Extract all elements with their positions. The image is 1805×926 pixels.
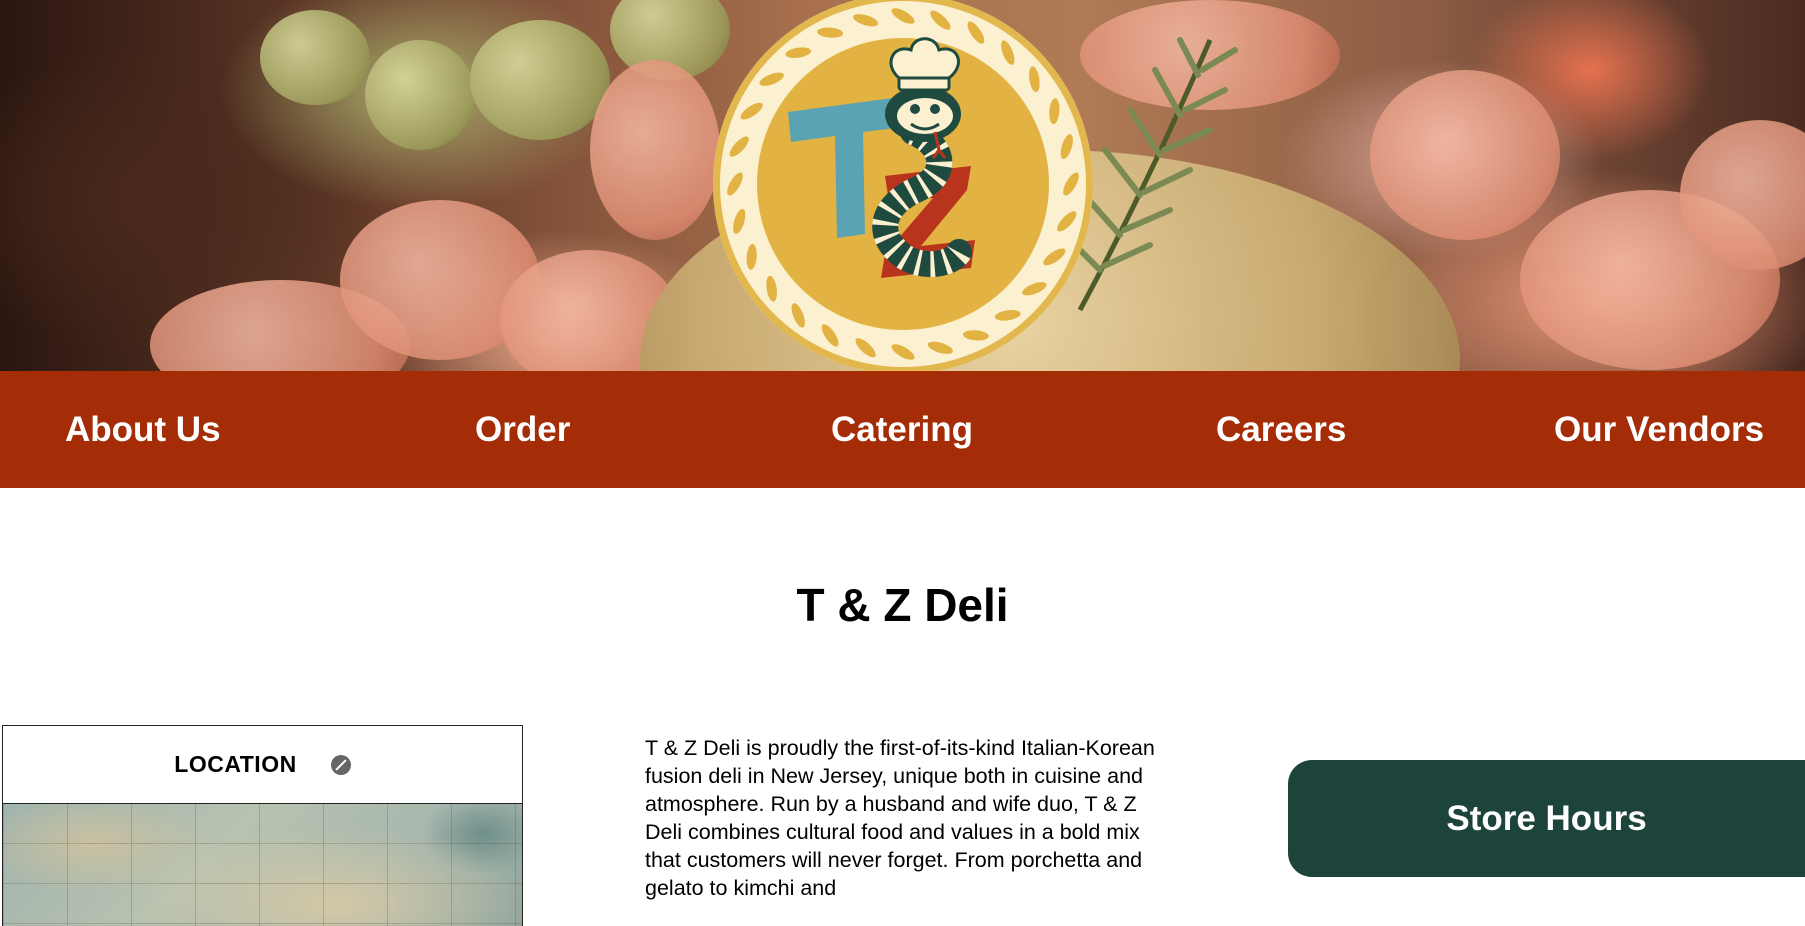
nav-our-vendors[interactable]: Our Vendors bbox=[1554, 371, 1764, 488]
ham-decoration bbox=[590, 60, 720, 240]
location-card: LOCATION bbox=[2, 725, 523, 926]
logo-leaf bbox=[853, 14, 879, 27]
hero-banner bbox=[0, 0, 1805, 371]
logo-leaf bbox=[891, 8, 915, 24]
logo-leaf bbox=[1022, 282, 1047, 296]
logo-leaf bbox=[930, 10, 951, 30]
main-nav: About Us Order Catering Careers Our Vend… bbox=[0, 371, 1805, 488]
logo-leaf bbox=[1043, 248, 1066, 266]
location-header: LOCATION bbox=[3, 726, 522, 804]
nav-about-us[interactable]: About Us bbox=[65, 371, 221, 488]
logo-leaf bbox=[855, 338, 876, 358]
logo-leaf bbox=[740, 102, 763, 120]
site-logo[interactable] bbox=[713, 0, 1093, 371]
about-paragraph: T & Z Deli is proudly the first-of-its-k… bbox=[645, 736, 1155, 900]
logo-leaf bbox=[1001, 40, 1015, 65]
ham-decoration bbox=[1370, 70, 1560, 240]
logo-leaf bbox=[791, 303, 805, 328]
logo-leaf bbox=[1029, 66, 1040, 93]
page-title: T & Z Deli bbox=[796, 579, 1009, 631]
nav-careers[interactable]: Careers bbox=[1216, 371, 1346, 488]
logo-leaf bbox=[759, 72, 784, 86]
logo-leaf bbox=[733, 208, 746, 234]
logo-leaf bbox=[1060, 134, 1073, 160]
logo-leaf bbox=[994, 310, 1021, 321]
logo-leaf bbox=[746, 243, 757, 270]
logo-leaf bbox=[1063, 172, 1079, 196]
logo-leaf bbox=[821, 324, 839, 347]
logo-leaf bbox=[891, 344, 915, 360]
logo-leaf bbox=[817, 27, 844, 38]
location-map-image[interactable] bbox=[3, 804, 522, 926]
grape-decoration bbox=[365, 40, 475, 150]
logo-leaf bbox=[766, 275, 777, 302]
logo-leaf bbox=[729, 136, 749, 157]
logo-leaf bbox=[1057, 211, 1077, 232]
logo-leaf bbox=[962, 330, 989, 341]
logo-leaf bbox=[967, 21, 985, 44]
compass-icon[interactable] bbox=[330, 754, 351, 775]
logo-leaf bbox=[727, 172, 743, 196]
nav-order[interactable]: Order bbox=[475, 371, 570, 488]
nav-catering[interactable]: Catering bbox=[831, 371, 973, 488]
grape-decoration bbox=[260, 10, 370, 105]
logo-leaf bbox=[785, 47, 812, 58]
grape-decoration bbox=[470, 20, 610, 140]
location-label: LOCATION bbox=[174, 751, 297, 777]
store-hours-button[interactable]: Store Hours bbox=[1288, 760, 1805, 877]
t-z-chef-snake-icon bbox=[727, 8, 1079, 360]
logo-leaf bbox=[927, 341, 953, 354]
logo-leaf bbox=[1049, 98, 1060, 125]
